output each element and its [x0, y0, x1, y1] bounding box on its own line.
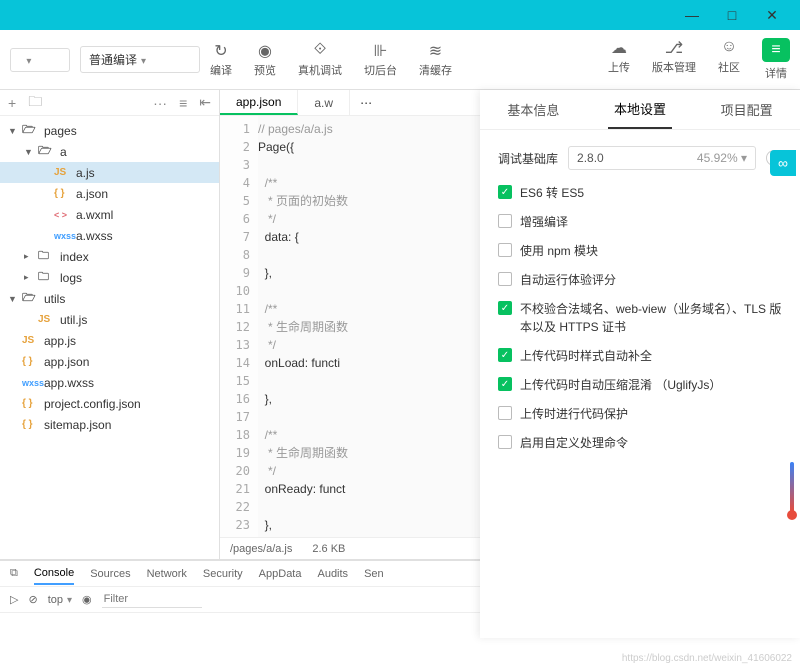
editor-tab-app.json[interactable]: app.json: [220, 90, 298, 115]
tree-item-pages[interactable]: ▼🗁pages: [0, 120, 219, 141]
editor-tab-a.w[interactable]: a.w: [298, 90, 350, 115]
refresh-icon: ↻: [214, 41, 227, 59]
checkbox-icon[interactable]: [498, 272, 512, 286]
watermark: https://blog.csdn.net/weixin_41606022: [622, 653, 792, 664]
close-button[interactable]: ✕: [752, 7, 792, 24]
inspect-icon[interactable]: ⧉: [10, 567, 18, 580]
file-explorer: + 🗀 ··· ≡ ⇤ ▼🗁pages▼🗁aJSa.js{ }a.json< >…: [0, 90, 220, 559]
editor-tabs-more[interactable]: ⋯: [350, 96, 382, 110]
tree-item-app.json[interactable]: { }app.json: [0, 351, 219, 372]
tree-item-a.wxml[interactable]: < >a.wxml: [0, 204, 219, 225]
clear-cache-button[interactable]: ≋清缓存: [419, 41, 452, 78]
real-debug-button[interactable]: ⟐真机调试: [298, 41, 342, 78]
explorer-collapse[interactable]: ⇤: [199, 94, 211, 111]
maximize-button[interactable]: □: [712, 7, 752, 23]
devtools-tab-Console[interactable]: Console: [34, 567, 74, 585]
detail-button[interactable]: ≡详情: [762, 38, 790, 81]
thermometer-icon: [788, 460, 796, 520]
version-button[interactable]: ⎇版本管理: [652, 38, 696, 81]
checkbox-icon[interactable]: [498, 214, 512, 228]
checkbox-icon[interactable]: [498, 406, 512, 420]
setting-check-5[interactable]: ✓上传代码时样式自动补全: [498, 347, 782, 365]
setting-check-0[interactable]: ✓ES6 转 ES5: [498, 184, 782, 202]
main-toolbar: 普通编译 ↻编译 ◉预览 ⟐真机调试 ⊪切后台 ≋清缓存 ☁上传 ⎇版本管理 ☺…: [0, 30, 800, 90]
explorer-toolbar: + 🗀 ··· ≡ ⇤: [0, 90, 219, 116]
setting-check-2[interactable]: 使用 npm 模块: [498, 242, 782, 260]
checkbox-icon[interactable]: [498, 435, 512, 449]
debug-lib-row: 调试基础库 2.8.0 45.92% ▾ ?: [498, 146, 782, 170]
face-icon: ☺: [721, 38, 737, 56]
context-select[interactable]: top: [48, 594, 72, 606]
tree-item-a.js[interactable]: JSa.js: [0, 162, 219, 183]
tree-item-a.json[interactable]: { }a.json: [0, 183, 219, 204]
cut-bg-button[interactable]: ⊪切后台: [364, 41, 397, 78]
status-path: /pages/a/a.js: [230, 543, 292, 555]
community-button[interactable]: ☺社区: [718, 38, 740, 81]
file-tree[interactable]: ▼🗁pages▼🗁aJSa.js{ }a.json< >a.wxmlwxssa.…: [0, 116, 219, 559]
tree-item-app.js[interactable]: JSapp.js: [0, 330, 219, 351]
settings-tab-2[interactable]: 项目配置: [715, 90, 779, 129]
phone-debug-icon: ⟐: [314, 41, 327, 59]
setting-check-3[interactable]: 自动运行体验评分: [498, 271, 782, 289]
settings-panel: 基本信息 本地设置 项目配置 调试基础库 2.8.0 45.92% ▾ ? ✓ES6…: [480, 90, 800, 638]
tree-item-a[interactable]: ▼🗁a: [0, 141, 219, 162]
settings-tabs: 基本信息 本地设置 项目配置: [480, 90, 800, 130]
tree-item-util.js[interactable]: JSutil.js: [0, 309, 219, 330]
line-gutter: 1234567891011121314151617181920212223242…: [220, 116, 258, 537]
cloud-upload-icon: ☁: [611, 38, 627, 56]
debug-lib-select[interactable]: 2.8.0 45.92% ▾: [568, 146, 756, 170]
share-badge[interactable]: ∞: [770, 150, 796, 176]
explorer-more-1[interactable]: ···: [153, 95, 167, 111]
debug-lib-label: 调试基础库: [498, 150, 558, 167]
upload-button[interactable]: ☁上传: [608, 38, 630, 81]
settings-tab-1[interactable]: 本地设置: [608, 90, 672, 129]
devtools-tab-AppData[interactable]: AppData: [259, 568, 302, 580]
checkbox-icon[interactable]: [498, 243, 512, 257]
device-select[interactable]: [10, 48, 70, 72]
settings-tab-0[interactable]: 基本信息: [501, 90, 565, 129]
checkbox-icon[interactable]: ✓: [498, 377, 512, 391]
console-clear-icon[interactable]: ⊘: [28, 593, 37, 606]
status-size: 2.6 KB: [312, 543, 345, 555]
console-play-icon[interactable]: ▷: [10, 593, 18, 606]
setting-check-1[interactable]: 增强编译: [498, 213, 782, 231]
minimize-button[interactable]: —: [672, 7, 712, 23]
cut-icon-bg: ⊪: [374, 41, 388, 59]
branch-icon: ⎇: [665, 38, 683, 56]
devtools-tab-Audits[interactable]: Audits: [317, 568, 348, 580]
eye-icon: ◉: [258, 41, 272, 59]
chevron-down-icon: ▾: [741, 151, 747, 165]
filter-eye-icon[interactable]: ◉: [82, 593, 92, 606]
explorer-more-2[interactable]: ≡: [179, 95, 187, 111]
checkbox-icon[interactable]: ✓: [498, 348, 512, 362]
new-file-button[interactable]: +: [8, 95, 16, 111]
tree-item-app.wxss[interactable]: wxssapp.wxss: [0, 372, 219, 393]
devtools-tab-Network[interactable]: Network: [147, 568, 187, 580]
window-titlebar: — □ ✕: [0, 0, 800, 30]
menu-icon: ≡: [762, 38, 790, 62]
tree-item-project.config.json[interactable]: { }project.config.json: [0, 393, 219, 414]
setting-check-6[interactable]: ✓上传代码时自动压缩混淆 （UglifyJs）: [498, 376, 782, 394]
devtools-tab-Security[interactable]: Security: [203, 568, 243, 580]
tree-item-utils[interactable]: ▼🗁utils: [0, 288, 219, 309]
tree-item-a.wxss[interactable]: wxssa.wxss: [0, 225, 219, 246]
compile-button[interactable]: ↻编译: [210, 41, 232, 78]
setting-check-8[interactable]: 启用自定义处理命令: [498, 434, 782, 452]
tree-item-sitemap.json[interactable]: { }sitemap.json: [0, 414, 219, 435]
tree-item-index[interactable]: ▸🗀index: [0, 246, 219, 267]
setting-check-7[interactable]: 上传时进行代码保护: [498, 405, 782, 423]
compile-mode-select[interactable]: 普通编译: [80, 46, 200, 73]
preview-button[interactable]: ◉预览: [254, 41, 276, 78]
devtools-tab-Sources[interactable]: Sources: [90, 568, 130, 580]
setting-check-4[interactable]: ✓不校验合法域名、web-view（业务域名）、TLS 版本以及 HTTPS 证…: [498, 300, 782, 336]
devtools-tab-Sen[interactable]: Sen: [364, 568, 384, 580]
console-filter-input[interactable]: [102, 591, 202, 608]
tree-item-logs[interactable]: ▸🗀logs: [0, 267, 219, 288]
open-folder-button[interactable]: 🗀: [28, 91, 42, 115]
checkbox-icon[interactable]: ✓: [498, 301, 512, 315]
checkbox-icon[interactable]: ✓: [498, 185, 512, 199]
stack-icon: ≋: [429, 41, 442, 59]
